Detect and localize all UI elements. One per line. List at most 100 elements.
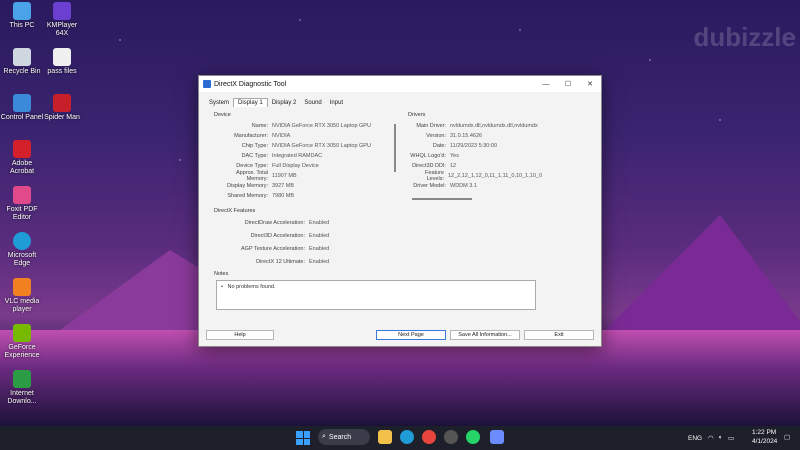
exit-button[interactable]: Exit (524, 330, 594, 340)
watermark-logo: dubizzle (693, 22, 796, 52)
device-value: 3927 MB (272, 183, 295, 189)
device-key: Chip Type: (241, 143, 268, 149)
dxdiag-taskbar-icon[interactable] (490, 430, 504, 444)
help-button[interactable]: Help (206, 330, 274, 340)
drivers-value: WDDM 3.1 (450, 183, 477, 189)
device-key: Manufacturer: (234, 133, 268, 139)
device-heading: Device (214, 112, 231, 118)
features-heading: DirectX Features (214, 208, 256, 214)
device-key: Display Memory: (227, 183, 268, 189)
minimize-button[interactable]: — (535, 76, 557, 92)
drivers-value: Yes (450, 153, 459, 159)
edge-taskbar-icon[interactable] (400, 430, 414, 444)
feature-key: DirectX 12 Ultimate: (256, 258, 305, 265)
device-key: Shared Memory: (227, 193, 268, 199)
clock-time[interactable]: 1:22 PM (752, 429, 776, 436)
device-value: NVIDIA (272, 133, 291, 139)
whatsapp-icon[interactable] (466, 430, 480, 444)
drivers-key: WHQL Logo'd: (410, 153, 446, 159)
device-group: Device Name: NVIDIA GeForce RTX 3050 Lapt… (214, 112, 400, 201)
desktop-icon-idm[interactable]: Internet Downlo... (0, 370, 44, 406)
acrobat-icon (13, 140, 31, 158)
desktop-icon-this-pc[interactable]: This PC (0, 2, 44, 30)
computer-icon (13, 2, 31, 20)
drivers-value: 12 (450, 163, 457, 169)
kmplayer-icon (53, 2, 71, 20)
window-titlebar[interactable]: DirectX Diagnostic Tool — ☐ ✕ (199, 76, 601, 92)
drivers-group: Drivers Main Driver: nvldumdx.dll,nvldumd… (408, 112, 542, 191)
tab-sound[interactable]: Sound (300, 99, 325, 107)
taskbar-search[interactable]: ⌕ Search (318, 429, 370, 445)
drivers-key: Driver Model: (413, 183, 446, 189)
feature-key: AGP Texture Acceleration: (241, 245, 305, 252)
drivers-key: Date: (432, 143, 446, 149)
dxdiag-icon (203, 80, 211, 88)
maximize-button[interactable]: ☐ (557, 76, 579, 92)
geforce-icon (13, 324, 31, 342)
drivers-row: WHQL Logo'd: Yes (408, 151, 542, 161)
desktop-icon-recycle-bin[interactable]: Recycle Bin (0, 48, 44, 76)
start-button[interactable] (296, 431, 310, 445)
device-value: Full Display Device (272, 163, 319, 169)
close-button[interactable]: ✕ (579, 76, 601, 92)
wallpaper-mountain-right (600, 215, 800, 335)
desktop-icon-vlc[interactable]: VLC media player (0, 278, 44, 314)
desktop-icon-adobe-acrobat[interactable]: Adobe Acrobat (0, 140, 44, 176)
desktop-icon-control-panel[interactable]: Control Panel (0, 94, 44, 122)
device-value: NVIDIA GeForce RTX 3050 Laptop GPU (272, 123, 371, 129)
download-manager-icon (13, 370, 31, 388)
search-label: Search (328, 433, 352, 441)
drivers-row: Feature Levels: 12_2,12_1,12_0,11_1,11_0,… (408, 170, 542, 182)
desktop-icon-kmplayer[interactable]: KMPlayer 64X (40, 2, 84, 38)
device-key: Device Type: (236, 163, 268, 169)
file-explorer-icon[interactable] (378, 430, 392, 444)
control-panel-icon (13, 94, 31, 112)
vlc-icon (13, 278, 31, 296)
drivers-value: 11/29/2023 5:30:00 (450, 143, 497, 149)
chrome-icon[interactable] (422, 430, 436, 444)
device-row: Name: NVIDIA GeForce RTX 3050 Laptop GPU (214, 121, 400, 131)
desktop-icon-edge[interactable]: Microsoft Edge (0, 232, 44, 268)
device-key: Approx. Total Memory: (235, 170, 268, 182)
feature-key: Direct3D Acceleration: (250, 232, 305, 239)
feature-row: DirectDraw Acceleration: Enabled (214, 216, 534, 229)
drivers-row: Main Driver: nvldumdx.dll,nvldumdx.dll,nv… (408, 121, 542, 131)
device-key: DAC Type: (241, 153, 269, 159)
battery-icon[interactable]: ▭ (728, 434, 734, 442)
notes-item: • No problems found. (221, 284, 276, 290)
tab-display-2[interactable]: Display 2 (268, 99, 301, 107)
device-row: Display Memory: 3927 MB (214, 181, 400, 191)
edge-icon (13, 232, 31, 250)
device-row: Approx. Total Memory: 11907 MB (214, 170, 400, 182)
desktop-icon-pass-files[interactable]: pass files (40, 48, 84, 76)
notes-heading: Notes (214, 271, 229, 277)
next-page-button[interactable]: Next Page (376, 330, 446, 340)
recycle-bin-icon (13, 48, 31, 66)
save-all-information-button[interactable]: Save All Information... (450, 330, 520, 340)
desktop-icon-geforce[interactable]: GeForce Experience (0, 324, 44, 360)
volume-icon[interactable]: ◖ (718, 434, 722, 441)
drivers-heading: Drivers (408, 112, 426, 118)
desktop-icon-foxit-pdf[interactable]: Foxit PDF Editor (0, 186, 44, 222)
device-scrollbar[interactable] (394, 124, 396, 172)
wifi-icon[interactable]: ◠ (708, 434, 714, 442)
notification-icon[interactable]: ▢ (784, 433, 790, 441)
drivers-value: nvldumdx.dll,nvldumdx.dll,nvldumdx (450, 123, 538, 129)
feature-row: AGP Texture Acceleration: Enabled (214, 242, 534, 255)
feature-row: DirectX 12 Ultimate: Enabled (214, 255, 534, 268)
device-key: Name: (251, 123, 268, 129)
feature-value: Enabled (309, 232, 330, 239)
feature-row: Direct3D Acceleration: Enabled (214, 229, 534, 242)
tab-display-1[interactable]: Display 1 (233, 98, 268, 107)
device-row: Manufacturer: NVIDIA (214, 131, 400, 141)
file-icon (53, 48, 71, 66)
clock-date[interactable]: 4/1/2024 (752, 438, 777, 445)
media-player-icon[interactable] (444, 430, 458, 444)
tab-input[interactable]: Input (326, 99, 347, 107)
foxit-icon (13, 186, 31, 204)
windows-logo-icon (296, 431, 303, 438)
desktop-icon-spider-man[interactable]: Spider Man (40, 94, 84, 122)
language-indicator[interactable]: ENG (688, 435, 702, 442)
tab-system[interactable]: System (205, 99, 233, 107)
drivers-scrollbar[interactable] (412, 198, 472, 200)
